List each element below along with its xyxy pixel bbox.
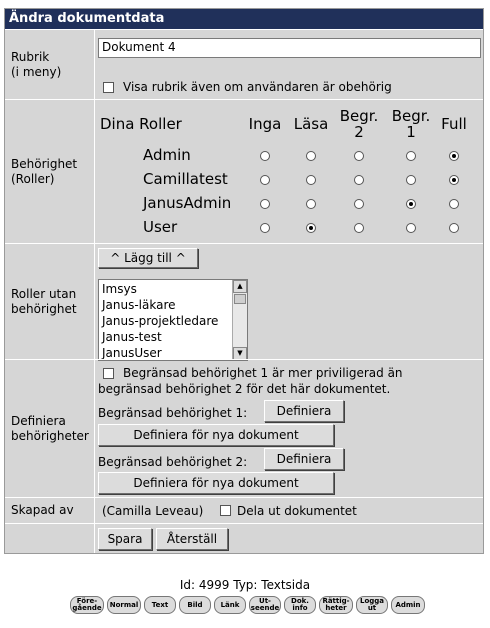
permission-radio[interactable]: [449, 151, 459, 161]
permission-column-header: Läsa: [293, 115, 329, 133]
permission-radio[interactable]: [449, 223, 459, 233]
creator-name: (Camilla Leveau): [102, 504, 204, 518]
define-restricted-1-button[interactable]: Definiera: [264, 400, 344, 422]
permission-radio[interactable]: [354, 223, 364, 233]
edit-document-panel: Ändra dokumentdata Rubrik (i meny) Dokum…: [4, 8, 484, 554]
share-document-label: Dela ut dokumentet: [237, 504, 357, 518]
define-new-restricted-2-button[interactable]: Definiera för nya dokument: [98, 472, 334, 494]
permission-column-header: Inga: [248, 115, 282, 133]
permission-radio[interactable]: [260, 199, 270, 209]
document-info: Id: 4999 Typ: Textsida: [179, 578, 311, 592]
define-restricted-2-button[interactable]: Definiera: [264, 448, 344, 470]
skapad-label: Skapad av: [5, 498, 95, 523]
permission-radio[interactable]: [306, 151, 316, 161]
definiera-row: Definiera behörigheter Begränsad behörig…: [5, 359, 483, 497]
roller-utan-label: Roller utan behörighet: [5, 244, 95, 359]
nav-button[interactable]: Text: [144, 596, 176, 614]
nav-button[interactable]: Admin: [391, 596, 425, 614]
role-name: Admin: [143, 146, 191, 164]
show-title-checkbox[interactable]: [103, 82, 114, 93]
list-item[interactable]: Janus-läkare: [102, 297, 218, 313]
permission-column-header: Begr. 2: [339, 107, 379, 141]
skapad-row: Skapad av (Camilla Leveau) Dela ut dokum…: [5, 497, 483, 523]
nav-button[interactable]: Ut- seende: [249, 596, 281, 614]
permission-column-header: Full: [441, 115, 467, 133]
list-item[interactable]: Janus-projektledare: [102, 313, 218, 329]
define-new-restricted-1-button[interactable]: Definiera för nya dokument: [98, 424, 334, 446]
nav-button[interactable]: Logga ut: [356, 596, 388, 614]
actions-row: Spara Återställ: [5, 523, 483, 553]
reset-button[interactable]: Återställ: [156, 528, 228, 550]
nav-button[interactable]: Länk: [214, 596, 246, 614]
permission-radio[interactable]: [306, 223, 316, 233]
scroll-thumb[interactable]: [234, 294, 246, 304]
definiera-label: Definiera behörigheter: [5, 360, 95, 497]
list-item[interactable]: Imsys: [102, 281, 218, 297]
save-button[interactable]: Spara: [98, 528, 152, 550]
nav-button[interactable]: Rättig- heter: [319, 596, 353, 614]
permission-radio[interactable]: [449, 199, 459, 209]
actions-label-cell: [5, 524, 95, 553]
priority-label-line1: Begränsad behörighet 1 är mer priviliger…: [123, 366, 403, 380]
behorighet-row: Behörighet (Roller) Dina Roller Inga Läsa…: [5, 99, 483, 243]
permission-radio[interactable]: [260, 223, 270, 233]
permission-radio[interactable]: [306, 175, 316, 185]
panel-title: Ändra dokumentdata: [5, 9, 483, 29]
permission-radio[interactable]: [406, 223, 416, 233]
role-name: Camillatest: [143, 170, 228, 188]
permission-radio[interactable]: [406, 175, 416, 185]
restricted-1-label: Begränsad behörighet 1:: [98, 406, 248, 420]
priority-label-line2: begränsad behörighet 2 för det här dokum…: [98, 382, 391, 396]
permission-radio[interactable]: [354, 199, 364, 209]
share-document-checkbox[interactable]: [220, 505, 231, 516]
scroll-up-icon[interactable]: ▲: [233, 280, 247, 293]
nav-button[interactable]: Bild: [179, 596, 211, 614]
permission-radio[interactable]: [406, 151, 416, 161]
list-scrollbar[interactable]: ▲ ▼: [232, 280, 247, 360]
behorighet-label: Behörighet (Roller): [5, 100, 95, 243]
roles-without-permission-list[interactable]: Imsys Janus-läkare Janus-projektledare Janu…: [98, 279, 248, 361]
restricted-2-label: Begränsad behörighet 2:: [98, 455, 248, 469]
permission-radio[interactable]: [260, 151, 270, 161]
role-name: User: [143, 218, 178, 236]
list-item[interactable]: Janus-test: [102, 329, 218, 345]
show-title-checkbox-label: Visa rubrik även om användaren är obehör…: [123, 80, 392, 94]
add-role-button[interactable]: ^ Lägg till ^: [98, 248, 198, 268]
permission-radio[interactable]: [354, 175, 364, 185]
permission-radio[interactable]: [306, 199, 316, 209]
role-name: JanusAdmin: [143, 194, 232, 212]
roles-header: Dina Roller: [100, 115, 182, 133]
permission-radio[interactable]: [406, 199, 416, 209]
permission-radio[interactable]: [260, 175, 270, 185]
nav-button[interactable]: Normal: [107, 596, 141, 614]
permission-radio[interactable]: [449, 175, 459, 185]
permission-radio[interactable]: [354, 151, 364, 161]
rubrik-label: Rubrik (i meny): [5, 30, 95, 99]
rubrik-row: Rubrik (i meny) Dokument 4 Visa rubrik ä…: [5, 29, 483, 99]
nav-button[interactable]: Dok. info: [284, 596, 316, 614]
priority-checkbox[interactable]: [103, 368, 114, 379]
rubrik-input[interactable]: Dokument 4: [98, 38, 481, 58]
nav-button[interactable]: Före- gående: [70, 596, 104, 614]
